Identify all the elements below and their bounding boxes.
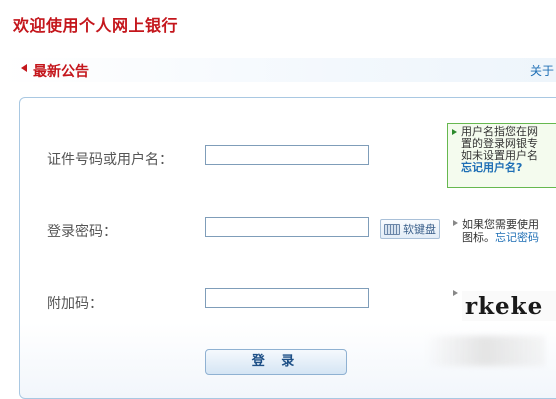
soft-keyboard-button[interactable]: 软键盘 [380,219,440,239]
notice-more-link[interactable]: 关于 [530,62,554,79]
forgot-username-link[interactable]: 忘记用户名? [461,162,522,174]
triangle-right-icon [453,220,458,226]
captcha-image[interactable]: rkeke [462,291,556,321]
captcha-label: 附加码： [47,296,103,312]
triangle-left-icon [21,64,27,72]
captcha-input[interactable] [205,288,369,308]
password-input[interactable] [205,217,369,237]
notice-bar: 最新公告 关于 [0,58,556,82]
triangle-right-icon [453,290,458,296]
password-tip-line1: 如果您需要使用 [462,218,539,231]
login-button[interactable]: 登 录 [205,349,347,375]
forgot-password-link[interactable]: 忘记密码 [495,231,539,244]
id-input[interactable] [205,145,369,165]
username-tip-box: 用户名指您在网 置的登录网银专 如未设置用户名 忘记用户名? [447,123,556,188]
soft-keyboard-label: 软键盘 [403,223,436,236]
blur-patch [425,336,545,366]
keyboard-icon [384,223,400,235]
notice-title: 最新公告 [33,64,89,80]
id-label: 证件号码或用户名： [47,152,173,168]
triangle-right-icon [452,129,457,135]
captcha-image-text: rkeke [465,293,544,320]
password-label: 登录密码： [47,224,117,240]
page-title: 欢迎使用个人网上银行 [13,16,179,35]
password-tip-line2: 图标。忘记密码 [462,232,539,244]
password-tip-prefix: 图标。 [462,231,495,244]
